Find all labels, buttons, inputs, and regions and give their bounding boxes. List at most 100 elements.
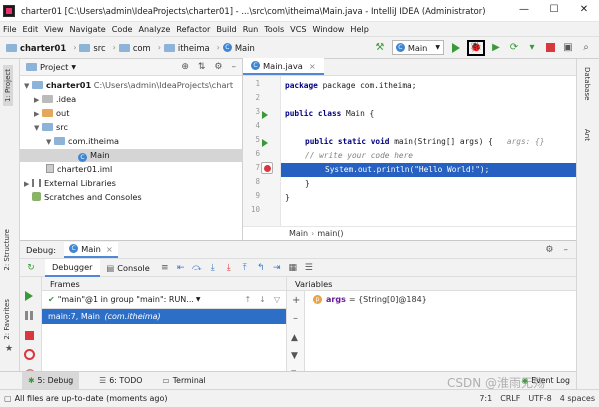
breadcrumb-file[interactable]: Main xyxy=(235,43,255,53)
step-over-icon[interactable]: ⤼ xyxy=(191,262,203,274)
breadcrumb-src[interactable]: src xyxy=(93,43,105,53)
execution-point-line[interactable]: System.out.println("Hello World!"); xyxy=(281,163,576,177)
menu-file[interactable]: File xyxy=(0,22,20,37)
terminal-tool-tab[interactable]: ▭ Terminal xyxy=(162,376,205,385)
step-into-icon[interactable]: ⤓ xyxy=(207,262,219,274)
variable-row[interactable]: p args = {String[0]@184} xyxy=(313,295,427,304)
tree-item-iml[interactable]: charter01.iml xyxy=(20,163,243,176)
run-icon[interactable] xyxy=(449,41,463,55)
ant-tool-tab[interactable]: Ant xyxy=(583,129,591,141)
code-line-3[interactable]: public class Main { xyxy=(285,107,374,121)
settings-gear-icon[interactable]: ⚙ xyxy=(214,62,222,72)
structure-tool-tab[interactable]: 2: Structure xyxy=(3,229,11,271)
menu-window[interactable]: Window xyxy=(309,22,347,37)
run-dropdown-icon[interactable]: ▾ xyxy=(525,41,539,55)
pause-icon[interactable] xyxy=(25,311,34,320)
filter-icon[interactable]: ▽ xyxy=(274,295,280,304)
menu-refactor[interactable]: Refactor xyxy=(173,22,213,37)
breadcrumb-project[interactable]: charter01 xyxy=(20,43,66,53)
hide-minus-icon[interactable]: – xyxy=(232,62,237,72)
tree-item-external-libraries[interactable]: ▶ External Libraries xyxy=(20,177,243,190)
indent-setting[interactable]: 4 spaces xyxy=(560,394,595,403)
editor-tab-main[interactable]: C Main.java × xyxy=(243,58,324,75)
menu-analyze[interactable]: Analyze xyxy=(136,22,174,37)
status-window-icon[interactable]: ▢ xyxy=(4,394,12,403)
up-arrow-icon[interactable]: ↑ xyxy=(244,295,251,304)
menu-run[interactable]: Run xyxy=(240,22,262,37)
tree-item-src[interactable]: ▼ src xyxy=(20,121,243,134)
remove-watch-icon[interactable]: – xyxy=(293,313,298,324)
menu-tools[interactable]: Tools xyxy=(261,22,287,37)
code-line-1[interactable]: package package com.itheima; xyxy=(285,79,416,93)
close-tab-icon[interactable]: × xyxy=(106,244,113,254)
run-to-cursor-icon[interactable]: ⇥ xyxy=(271,262,283,274)
code-line-8[interactable]: } xyxy=(305,177,310,191)
breadcrumb-class[interactable]: Main xyxy=(289,229,308,238)
profile-icon[interactable]: ⟳ xyxy=(507,41,521,55)
breadcrumb-package[interactable]: itheima xyxy=(178,43,210,53)
collapse-all-icon[interactable]: ⇅ xyxy=(198,62,206,72)
breadcrumb-method[interactable]: main() xyxy=(317,229,343,238)
menu-edit[interactable]: Edit xyxy=(20,22,42,37)
minimize-button[interactable]: — xyxy=(509,0,539,22)
tree-item-project-root[interactable]: ▼ charter01 C:\Users\admin\IdeaProjects\c… xyxy=(20,79,243,92)
run-class-gutter-icon[interactable] xyxy=(262,111,268,119)
coverage-icon[interactable]: ▶ xyxy=(489,41,503,55)
move-up-icon[interactable]: ▲ xyxy=(291,333,298,343)
force-step-into-icon[interactable]: ⤓ xyxy=(223,262,235,274)
tree-item-out[interactable]: ▶ out xyxy=(20,107,243,120)
move-down-icon[interactable]: ▼ xyxy=(291,351,298,361)
thread-selector[interactable]: ✔ "main"@1 in group "main": RUN... ▼ ↑ ↓… xyxy=(42,291,286,309)
locate-target-icon[interactable]: ⊕ xyxy=(181,62,189,72)
favorites-tool-tab[interactable]: 2: Favorites xyxy=(3,299,11,340)
tree-item-scratches[interactable]: Scratches and Consoles xyxy=(20,191,243,204)
close-tab-icon[interactable]: × xyxy=(309,61,316,71)
stop-icon[interactable] xyxy=(543,41,557,55)
project-pane-title[interactable]: Project xyxy=(40,62,68,72)
project-tool-tab[interactable]: 1: Project xyxy=(3,65,13,106)
code-line-9[interactable]: } xyxy=(285,191,290,205)
resume-icon[interactable] xyxy=(25,291,33,301)
database-tool-tab[interactable]: Database xyxy=(583,67,591,100)
breakpoint-icon[interactable] xyxy=(261,162,273,174)
code-line-5[interactable]: public static void main(String[] args) {… xyxy=(305,135,544,149)
rerun-icon[interactable]: ↻ xyxy=(25,262,37,274)
run-config-select[interactable]: C Main ▼ xyxy=(391,40,444,55)
stop-icon[interactable] xyxy=(25,331,34,340)
menu-code[interactable]: Code xyxy=(109,22,136,37)
menu-build[interactable]: Build xyxy=(213,22,239,37)
debug-session-tab[interactable]: C Main × xyxy=(64,241,118,258)
project-structure-icon[interactable]: ▣ xyxy=(561,41,575,55)
console-tab[interactable]: ▤ Console xyxy=(100,259,157,277)
view-breakpoints-icon[interactable] xyxy=(24,349,35,360)
tree-item-idea[interactable]: ▶ .idea xyxy=(20,93,243,106)
menu-view[interactable]: View xyxy=(41,22,66,37)
layout-menu-icon[interactable]: ≡ xyxy=(159,262,171,274)
tree-item-package[interactable]: ▼ com.itheima xyxy=(20,135,243,148)
caret-position[interactable]: 7:1 xyxy=(479,394,492,403)
debug-bug-icon[interactable]: 🐞 xyxy=(467,39,485,56)
code-line-6[interactable]: // write your code here xyxy=(305,149,413,163)
line-separator[interactable]: CRLF xyxy=(500,394,520,403)
run-method-gutter-icon[interactable] xyxy=(262,139,268,147)
drop-frame-icon[interactable]: ↰ xyxy=(255,262,267,274)
maximize-button[interactable]: ☐ xyxy=(539,0,569,22)
add-watch-icon[interactable]: + xyxy=(292,295,300,306)
settings-gear-icon[interactable]: ⚙ xyxy=(545,245,553,255)
menu-navigate[interactable]: Navigate xyxy=(66,22,108,37)
step-out-icon[interactable]: ⤒ xyxy=(239,262,251,274)
menu-vcs[interactable]: VCS xyxy=(287,22,309,37)
trace-icon[interactable]: ☰ xyxy=(303,262,315,274)
file-encoding[interactable]: UTF-8 xyxy=(528,394,551,403)
debug-tool-tab[interactable]: ✱ 5: Debug xyxy=(22,372,80,389)
todo-tool-tab[interactable]: ☰ 6: TODO xyxy=(99,376,142,385)
debugger-tab[interactable]: Debugger xyxy=(45,258,100,277)
frame-item-selected[interactable]: main:7, Main (com.itheima) xyxy=(42,309,286,324)
show-execution-point-icon[interactable]: ⇤ xyxy=(175,262,187,274)
down-arrow-icon[interactable]: ↓ xyxy=(259,295,266,304)
search-everywhere-icon[interactable]: ⌕ xyxy=(579,41,593,55)
close-button[interactable]: ✕ xyxy=(569,0,599,22)
breadcrumb-com[interactable]: com xyxy=(133,43,151,53)
tree-item-main[interactable]: C Main xyxy=(20,149,243,162)
evaluate-expression-icon[interactable]: ▦ xyxy=(287,262,299,274)
